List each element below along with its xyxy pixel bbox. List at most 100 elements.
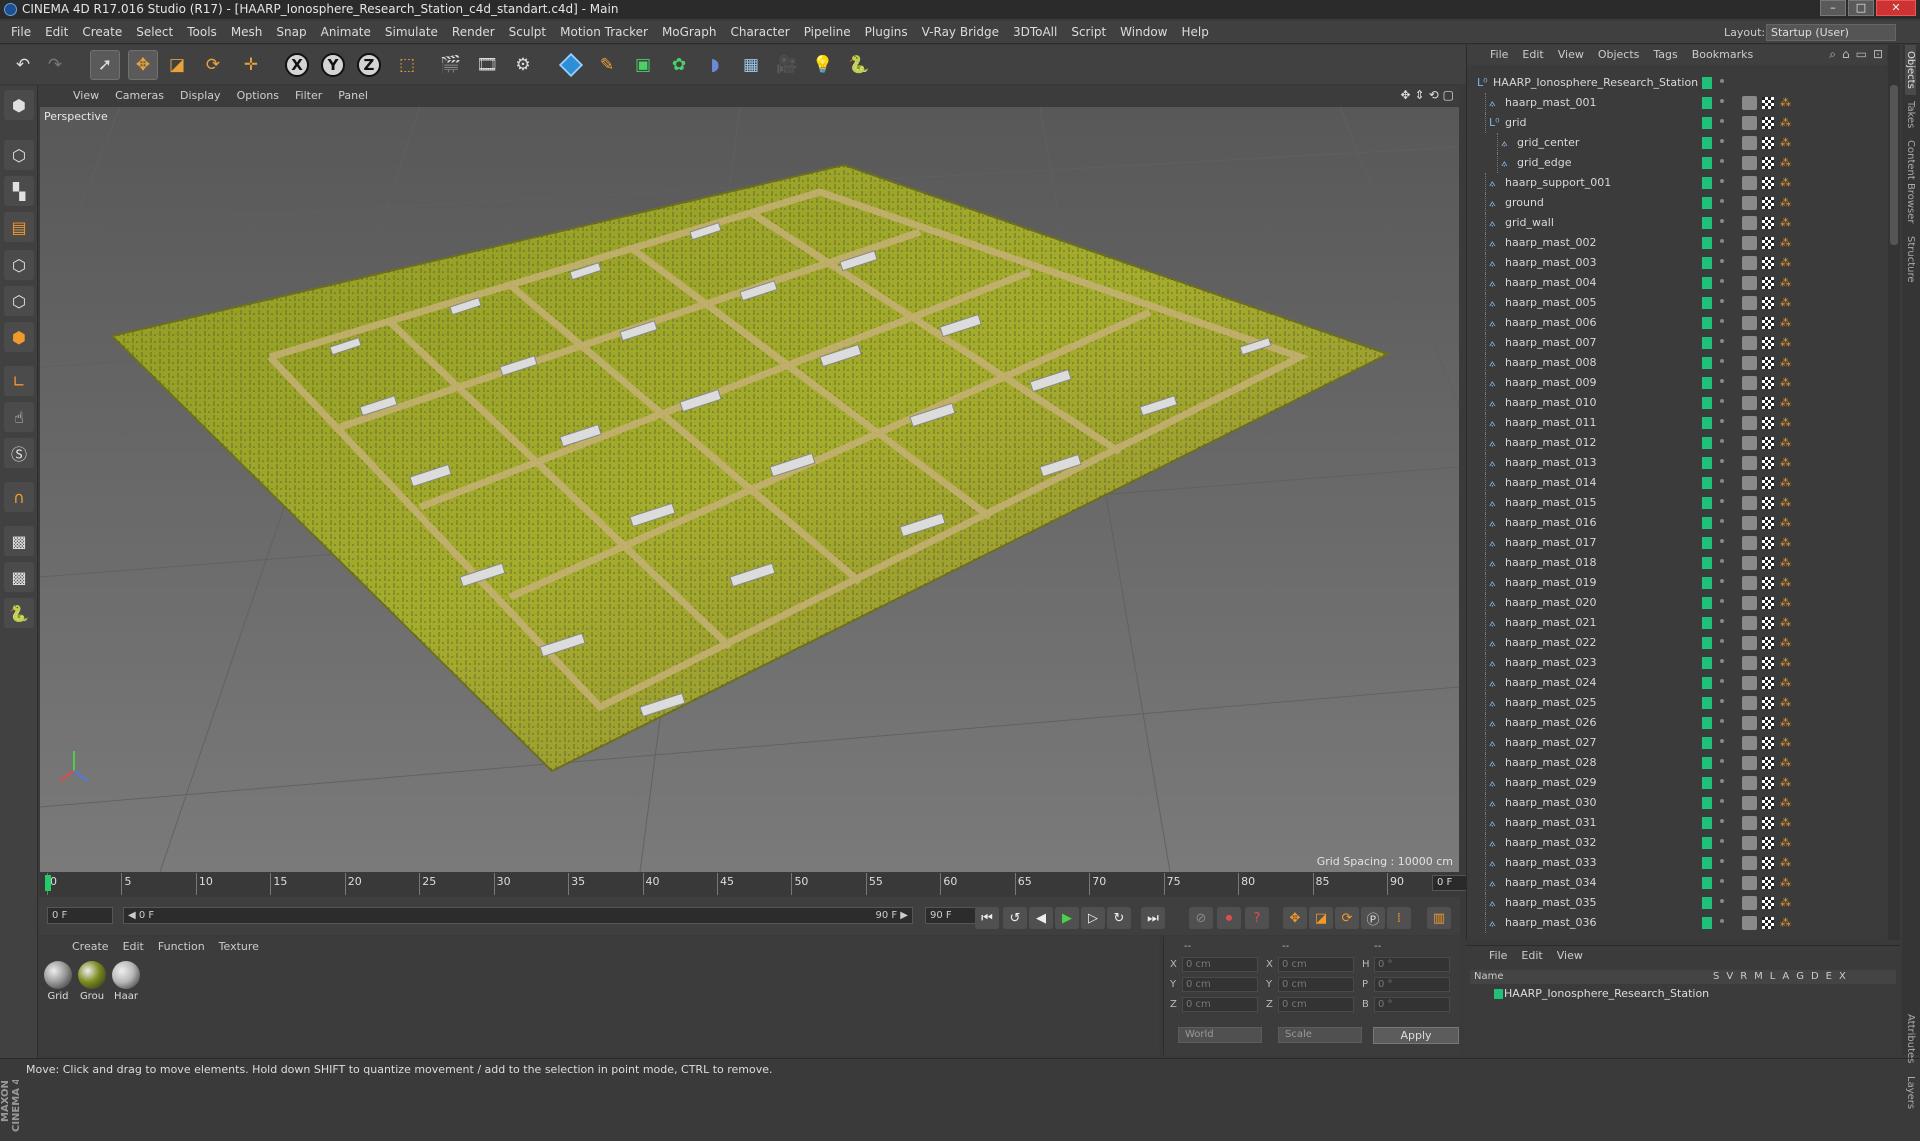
uvw-tag-icon[interactable]: ⁂: [1780, 397, 1792, 409]
object-row[interactable]: ⟑ haarp_mast_027 ⁂: [1467, 733, 1884, 753]
workplane-mode-icon[interactable]: ▤: [4, 212, 34, 242]
layer-color-swatch[interactable]: [1702, 297, 1712, 309]
coord-value-field[interactable]: 0 cm: [1182, 997, 1258, 1012]
polygons-mode-icon[interactable]: ⬢: [4, 322, 34, 352]
layer-color-swatch[interactable]: [1702, 497, 1712, 509]
object-row[interactable]: ⟑ haarp_mast_010 ⁂: [1467, 393, 1884, 413]
render-picture-viewer-icon[interactable]: 🎞: [472, 50, 502, 80]
object-name[interactable]: haarp_mast_032: [1505, 836, 1596, 849]
texture-tag-icon[interactable]: [1742, 916, 1757, 930]
object-row[interactable]: ⟑ haarp_mast_012 ⁂: [1467, 433, 1884, 453]
visibility-dot[interactable]: [1720, 659, 1724, 663]
subdivision-surface-icon[interactable]: ▣: [628, 50, 658, 80]
object-row[interactable]: ⟑ haarp_mast_025 ⁂: [1467, 693, 1884, 713]
uvw-tag-icon[interactable]: ⁂: [1780, 557, 1792, 569]
layer-color-swatch[interactable]: [1702, 797, 1712, 809]
phong-tag-icon[interactable]: [1762, 597, 1774, 609]
layer-color-swatch[interactable]: [1702, 237, 1712, 249]
uvw-tag-icon[interactable]: ⁂: [1780, 917, 1792, 929]
layer-color-swatch[interactable]: [1702, 757, 1712, 769]
texture-tag-icon[interactable]: [1742, 496, 1757, 510]
uvw-tag-icon[interactable]: ⁂: [1780, 817, 1792, 829]
next-key-icon[interactable]: ↻: [1107, 907, 1131, 929]
material-menu-item[interactable]: Function: [151, 937, 212, 957]
x-axis-lock-icon[interactable]: X: [282, 50, 312, 80]
menu-item[interactable]: Tools: [180, 21, 224, 44]
layer-menu-item[interactable]: Edit: [1514, 946, 1549, 966]
layer-color-swatch[interactable]: [1702, 357, 1712, 369]
visibility-dot[interactable]: [1720, 539, 1724, 543]
3d-viewport[interactable]: Perspective Grid Spacing : 10000 cm: [40, 107, 1459, 872]
visibility-dot[interactable]: [1720, 359, 1724, 363]
phong-tag-icon[interactable]: [1762, 157, 1774, 169]
uvw-tag-icon[interactable]: ⁂: [1780, 857, 1792, 869]
visibility-dot[interactable]: [1720, 379, 1724, 383]
texture-tag-icon[interactable]: [1742, 616, 1757, 630]
side-tab[interactable]: Structure: [1905, 230, 1916, 289]
phong-tag-icon[interactable]: [1762, 217, 1774, 229]
uvw-tag-icon[interactable]: ⁂: [1780, 297, 1792, 309]
phong-tag-icon[interactable]: [1762, 677, 1774, 689]
menu-item[interactable]: Simulate: [378, 21, 445, 44]
object-name[interactable]: haarp_mast_013: [1505, 456, 1596, 469]
phong-tag-icon[interactable]: [1762, 457, 1774, 469]
phong-tag-icon[interactable]: [1762, 97, 1774, 109]
transform-tool-icon[interactable]: ✛: [236, 50, 266, 80]
layer-color-swatch[interactable]: [1702, 437, 1712, 449]
material-swatch[interactable]: Grid: [43, 961, 73, 1002]
visibility-dot[interactable]: [1720, 499, 1724, 503]
uvw-tag-icon[interactable]: ⁂: [1780, 157, 1792, 169]
texture-tag-icon[interactable]: [1742, 116, 1757, 130]
layer-color-swatch[interactable]: [1702, 817, 1712, 829]
phong-tag-icon[interactable]: [1762, 897, 1774, 909]
uvw-tag-icon[interactable]: ⁂: [1780, 837, 1792, 849]
layer-color-swatch[interactable]: [1702, 557, 1712, 569]
texture-tag-icon[interactable]: [1742, 876, 1757, 890]
material-swatch[interactable]: Grou: [77, 961, 107, 1002]
uvw-tag-icon[interactable]: ⁂: [1780, 697, 1792, 709]
object-manager-menu-item[interactable]: Objects: [1591, 45, 1647, 65]
texture-tag-icon[interactable]: [1742, 556, 1757, 570]
phong-tag-icon[interactable]: [1762, 717, 1774, 729]
python-script-icon[interactable]: 🐍: [4, 598, 34, 628]
visibility-dot[interactable]: [1720, 899, 1724, 903]
visibility-dot[interactable]: [1720, 79, 1724, 83]
home-icon[interactable]: ⌂: [1842, 47, 1850, 62]
side-tab[interactable]: Attributes: [1905, 1008, 1916, 1069]
phong-tag-icon[interactable]: [1762, 337, 1774, 349]
uvw-tag-icon[interactable]: ⁂: [1780, 97, 1792, 109]
object-name[interactable]: haarp_mast_024: [1505, 676, 1596, 689]
visibility-dot[interactable]: [1720, 319, 1724, 323]
object-name[interactable]: haarp_mast_033: [1505, 856, 1596, 869]
coord-value-field[interactable]: 0 cm: [1182, 977, 1258, 992]
phong-tag-icon[interactable]: [1762, 777, 1774, 789]
object-name[interactable]: haarp_mast_026: [1505, 716, 1596, 729]
uvw-tag-icon[interactable]: ⁂: [1780, 437, 1792, 449]
side-tab[interactable]: Takes: [1905, 95, 1916, 134]
phong-tag-icon[interactable]: [1762, 797, 1774, 809]
object-name[interactable]: haarp_mast_007: [1505, 336, 1596, 349]
points-mode-icon[interactable]: ⬡: [4, 250, 34, 280]
timeline-window-icon[interactable]: ▥: [1427, 907, 1451, 929]
phong-tag-icon[interactable]: [1762, 117, 1774, 129]
texture-tag-icon[interactable]: [1742, 836, 1757, 850]
layer-color-swatch[interactable]: [1702, 477, 1712, 489]
menu-item[interactable]: Help: [1174, 21, 1215, 44]
workplane-icon[interactable]: ▩: [4, 562, 34, 592]
visibility-dot[interactable]: [1720, 559, 1724, 563]
object-name[interactable]: grid_wall: [1505, 216, 1554, 229]
texture-tag-icon[interactable]: [1742, 196, 1757, 210]
phong-tag-icon[interactable]: [1762, 317, 1774, 329]
layer-column-header[interactable]: S: [1713, 970, 1719, 984]
phong-tag-icon[interactable]: [1762, 837, 1774, 849]
coordinate-system-icon[interactable]: ⬚: [392, 50, 422, 80]
object-name[interactable]: haarp_mast_022: [1505, 636, 1596, 649]
viewport-menu-item[interactable]: Cameras: [107, 86, 172, 106]
scroll-thumb[interactable]: [1890, 85, 1898, 245]
axis-mode-icon[interactable]: ∟: [4, 366, 34, 396]
texture-tag-icon[interactable]: [1742, 336, 1757, 350]
object-row[interactable]: ⟑ haarp_mast_015 ⁂: [1467, 493, 1884, 513]
side-tab[interactable]: Content Browser: [1905, 134, 1916, 229]
light-icon[interactable]: 💡: [808, 50, 838, 80]
menu-item[interactable]: Sculpt: [502, 21, 553, 44]
